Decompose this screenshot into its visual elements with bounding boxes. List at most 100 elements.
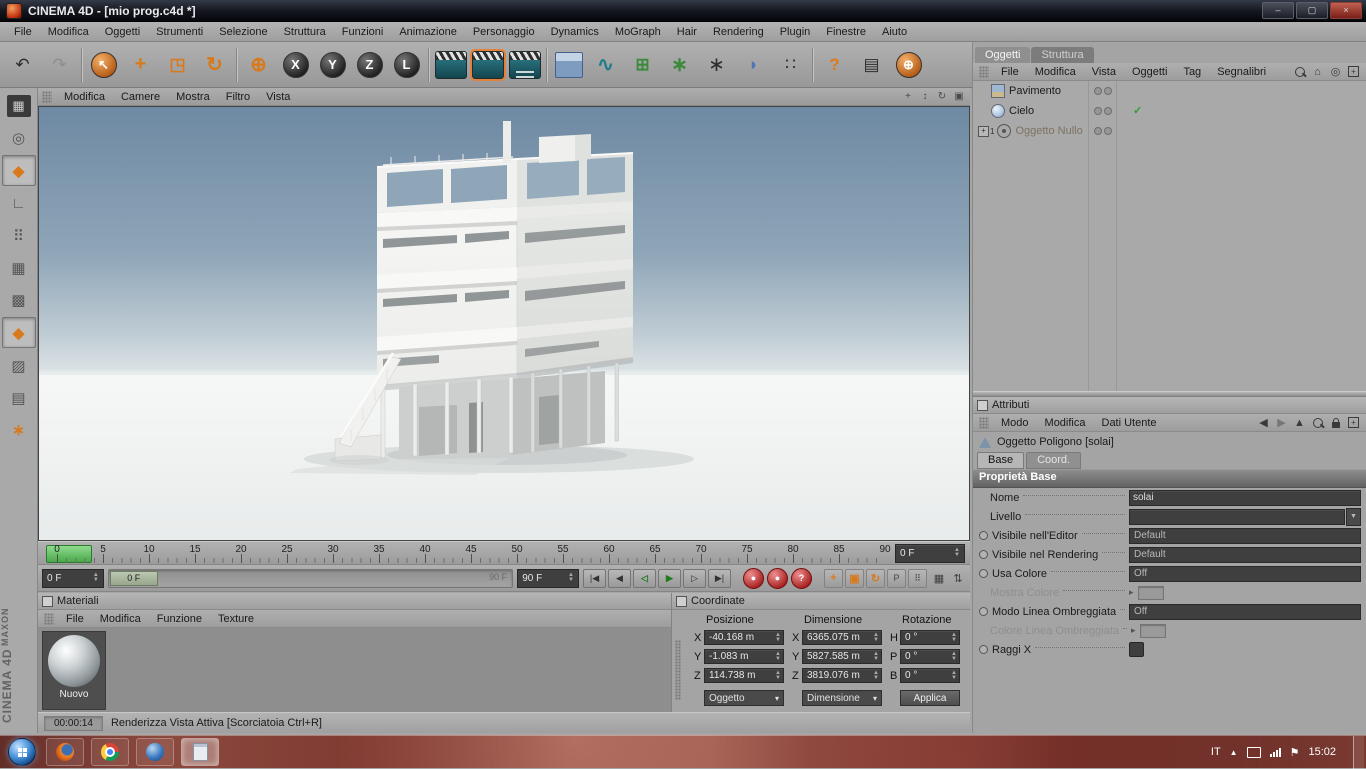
toolbar-mograph-button[interactable]: ∗ [698,44,735,86]
search-icon[interactable] [1311,416,1324,429]
attributes-menu-item-modifica[interactable]: Modifica [1037,414,1094,432]
rot-p-field[interactable]: 0 ° ▲ ▼ [900,649,960,664]
display-icon[interactable] [1246,746,1261,758]
menubar-item-aiuto[interactable]: Aiuto [874,23,915,41]
viewport-3d-view[interactable] [38,106,970,541]
filter-icon[interactable]: ◎ [1329,65,1342,78]
attr-checkbox-raggi-x[interactable] [1129,642,1144,657]
toolbar-render-picture-viewer-button[interactable] [469,44,506,86]
toolbar-coord-system-button[interactable]: L [388,44,425,86]
search-icon[interactable] [1293,65,1306,78]
tab-oggetti[interactable]: Oggetti [975,47,1031,63]
material-preview-sphere[interactable] [48,635,100,687]
palette-edges-mode-button[interactable]: ▦ [3,253,35,282]
tab-struttura[interactable]: Struttura [1031,47,1094,63]
material-item[interactable]: Nuovo [42,631,106,710]
anim-dot-icon[interactable] [979,550,988,559]
anim-dot-icon[interactable] [979,569,988,578]
attributes-header[interactable]: Attributi [973,397,1366,414]
toolbar-help-button[interactable]: ? [816,44,853,86]
menubar-item-strumenti[interactable]: Strumenti [148,23,211,41]
menubar-item-plugin[interactable]: Plugin [772,23,819,41]
objects-menu-item-tag[interactable]: Tag [1175,63,1209,81]
palette-model-mode-button[interactable]: ◎ [3,123,35,152]
viewport-menu-item-modifica[interactable]: Modifica [56,88,113,106]
materials-header[interactable]: Materiali [38,593,671,610]
parent-up-icon[interactable]: ▲ [1293,416,1306,429]
menubar-item-finestre[interactable]: Finestre [818,23,874,41]
toolbar-add-modeling-button[interactable]: ∗ [661,44,698,86]
menubar-item-hair[interactable]: Hair [669,23,705,41]
materials-menu-item-texture[interactable]: Texture [210,610,262,628]
menubar-item-struttura[interactable]: Struttura [276,23,334,41]
timeline-ruler[interactable]: 0 5 10 15 20 25 30 35 40 45 50 55 60 65 70 75 80 85 90 0 F… [38,541,970,565]
record-pla-button[interactable]: ⠿ [908,568,927,588]
toolbar-add-generator-button[interactable]: ⊞ [624,44,661,86]
home-icon[interactable]: ⌂ [1311,65,1324,78]
add-panel-icon[interactable]: + [1347,416,1360,429]
grip-handle[interactable] [44,612,54,625]
toolbar-add-spline-button[interactable]: ∿ [587,44,624,86]
toolbar-online-updater-button[interactable]: ⊕ [890,44,927,86]
anim-dot-icon[interactable] [979,607,988,616]
toolbar-lock-x-button[interactable]: X [277,44,314,86]
goto-end-button[interactable]: ▶| [708,568,731,588]
history-back-icon[interactable]: ◀ [1257,416,1270,429]
palette-make-editable-button[interactable]: ▦ [3,91,35,120]
attr-dropdown-usa-colore[interactable]: Off [1129,565,1361,582]
taskbar-browser-button[interactable] [136,738,174,766]
taskbar-firefox-button[interactable] [46,738,84,766]
power-slider-handle[interactable]: 0 F [109,570,158,586]
tab-coord[interactable]: Coord. [1026,452,1082,469]
lock-icon[interactable] [1329,416,1342,429]
dimension-mode-dropdown[interactable]: Dimensione ▾ [802,690,882,706]
viewport-canvas[interactable] [39,107,969,540]
attr-input-livello[interactable] [1129,508,1345,525]
rotate-view-icon[interactable]: ↻ [935,90,949,104]
expand-icon[interactable]: + [978,125,989,137]
toolbar-live-selection-button[interactable]: ↖ [85,44,122,86]
language-indicator[interactable]: IT [1211,746,1221,758]
palette-polygons-mode-button[interactable]: ▩ [3,285,35,314]
start-frame-field[interactable]: 0 F ▲ ▼ [42,568,104,588]
add-panel-icon[interactable]: + [1347,65,1360,78]
toolbar-move-tool-button[interactable]: + [122,44,159,86]
pos-x-field[interactable]: -40.168 m ▲ ▼ [704,630,784,645]
enabled-check-icon[interactable]: ✓ [1133,104,1142,117]
play-backward-button[interactable]: ◁ [633,568,656,588]
objects-menu-item-modifica[interactable]: Modifica [1027,63,1084,81]
toolbar-add-deformer-button[interactable]: ◗ [735,44,772,86]
editor-visibility-toggle[interactable] [1094,127,1102,135]
attr-dropdown-modo-linea-ombreggiata[interactable]: Off [1129,603,1361,620]
zoom-view-icon[interactable]: ↕ [918,90,932,104]
object-manager-list[interactable]: Pavimento Cielo ✓ +1 Oggetto Nullo [973,81,1366,391]
grip-handle[interactable] [42,90,52,103]
attributes-menu-item-dati-utente[interactable]: Dati Utente [1094,414,1165,432]
pos-y-field[interactable]: -1.083 m ▲ ▼ [704,649,784,664]
viewport-menu-item-mostra[interactable]: Mostra [168,88,218,106]
section-proprieta-base[interactable]: Proprietà Base [973,469,1366,488]
autokey-button[interactable]: ● [767,567,788,589]
taskbar-chrome-button[interactable] [91,738,129,766]
viewport-menu-item-camere[interactable]: Camere [113,88,168,106]
menubar-item-oggetti[interactable]: Oggetti [97,23,148,41]
apply-button[interactable]: Applica [900,690,960,706]
attr-dropdown-visibile-nell-editor[interactable]: Default [1129,527,1361,544]
close-button[interactable]: × [1330,2,1362,19]
action-center-flag-icon[interactable]: ⚑ [1290,746,1300,759]
materials-list[interactable]: Nuovo [38,628,671,713]
palette-texture-axis-mode-button[interactable]: ∟ [3,189,35,218]
viewport-menu-item-vista[interactable]: Vista [258,88,298,106]
timeline-expand-icon[interactable]: ⇅ [950,570,966,586]
minimize-button[interactable]: – [1262,2,1294,19]
dim-z-field[interactable]: 3819.076 m ▲ ▼ [802,668,882,683]
play-button[interactable]: ▶ [658,568,681,588]
materials-menu-item-modifica[interactable]: Modifica [92,610,149,628]
toolbar-simulation-button[interactable]: ∷ [772,44,809,86]
object-row-pavimento[interactable]: Pavimento [973,81,1366,101]
toolbar-add-cube-button[interactable] [550,44,587,86]
toolbar-scale-tool-button[interactable]: ◳ [159,44,196,86]
render-visibility-toggle[interactable] [1104,107,1112,115]
current-frame-field[interactable]: 0 F ▲ ▼ [895,543,965,563]
dim-x-field[interactable]: 6365.075 m ▲ ▼ [802,630,882,645]
